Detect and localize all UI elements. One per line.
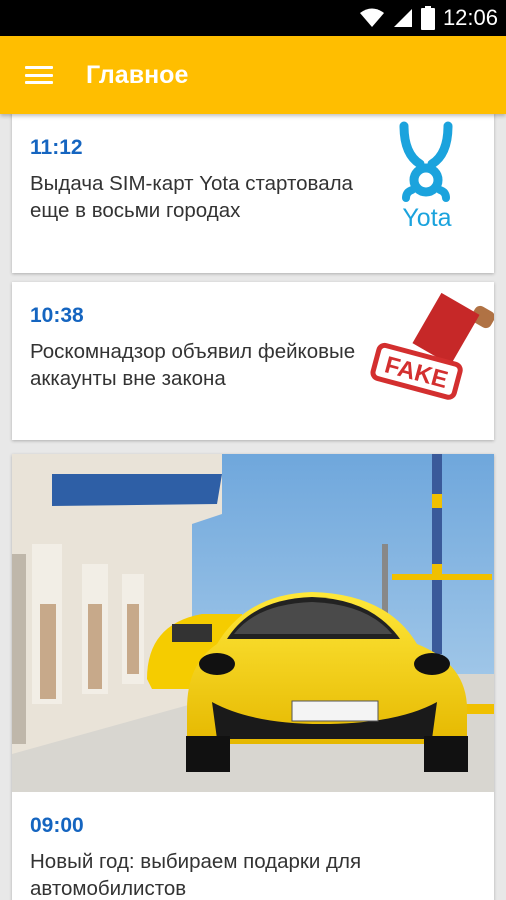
news-time: 11:12 [30,136,83,159]
battery-icon [420,6,435,30]
page-title: Главное [86,60,189,89]
news-headline: Выдача SIM-карт Yota стартовала еще в во… [30,172,353,222]
status-time: 12:06 [442,5,498,30]
news-time: 09:00 [30,814,84,837]
news-headline: Роскомнадзор объявил фейковые аккаунты в… [30,340,356,390]
news-card[interactable]: 10:38 Роскомнадзор объявил фейковые акка… [12,282,494,440]
fake-stamp-image: FAKE [364,286,494,416]
news-time: 10:38 [30,304,84,327]
status-icons: 12:06 [359,0,498,36]
news-card[interactable]: 09:00 Новый год: выбираем подарки для ав… [12,454,494,900]
wifi-icon [359,7,385,29]
sports-car-photo [12,454,494,792]
yota-logo: Yota [364,114,494,244]
yota-logo-text: Yota [402,204,451,232]
news-feed[interactable]: 11:12 Выдача SIM-карт Yota стартовала ещ… [0,114,506,900]
menu-button[interactable] [12,48,66,102]
news-headline: Новый год: выбираем подарки для автомоби… [30,850,362,900]
signal-icon [393,7,413,29]
news-card[interactable]: 11:12 Выдача SIM-карт Yota стартовала ещ… [12,114,494,273]
app-bar: Главное [0,36,506,114]
hamburger-menu-icon [25,66,53,84]
status-bar: 12:06 [0,0,506,36]
